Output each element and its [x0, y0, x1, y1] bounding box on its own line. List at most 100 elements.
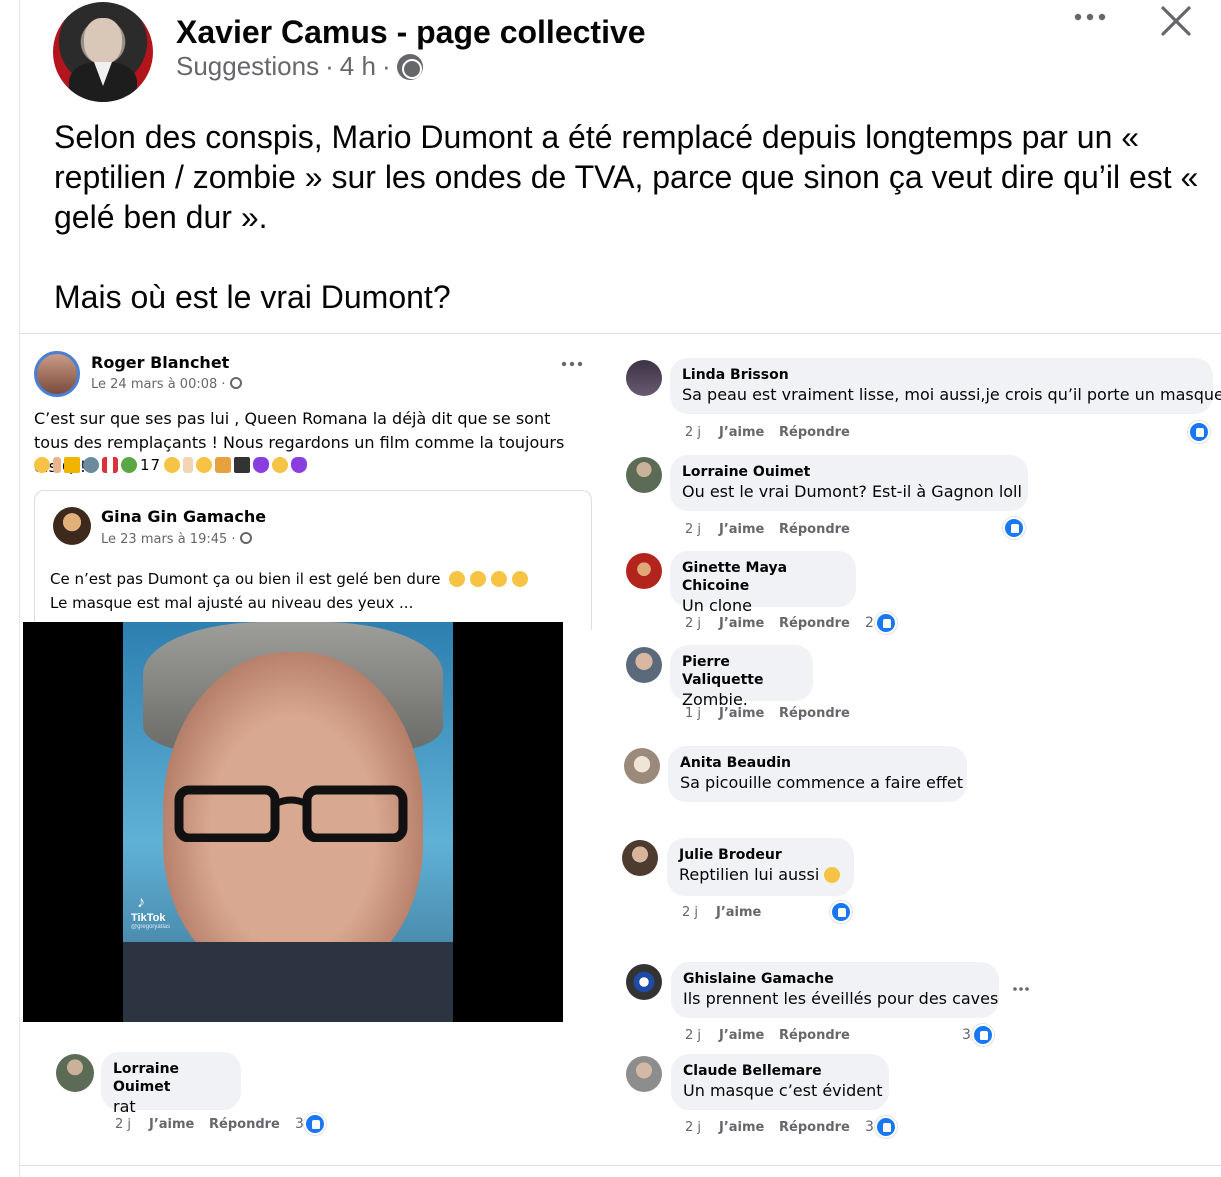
- like-icon[interactable]: [875, 612, 897, 634]
- like-button[interactable]: J’aime: [719, 1120, 779, 1135]
- reply-button[interactable]: Répondre: [779, 616, 850, 631]
- like-icon[interactable]: [830, 901, 852, 923]
- comment-actions: 2 j J’aime: [682, 905, 776, 920]
- comment-avatar[interactable]: [622, 840, 658, 876]
- divider: [20, 1165, 1221, 1166]
- comment-bubble: Anita Beaudin Sa picouille commence a fa…: [668, 746, 967, 802]
- comment-text: Sa picouille commence a faire effet: [680, 773, 964, 792]
- globe-icon: [239, 532, 252, 544]
- like-button[interactable]: J’aime: [719, 425, 779, 440]
- embedded-post-date: Le 24 mars à 00:08 ·: [91, 377, 242, 392]
- comment-avatar[interactable]: [626, 360, 662, 396]
- page-name[interactable]: Xavier Camus - page collective: [176, 14, 646, 51]
- reaction-count[interactable]: 2: [865, 615, 874, 631]
- tiktok-label: TikTok: [131, 912, 166, 924]
- heart-eyes-emoji-icon: [272, 457, 289, 473]
- comment-time[interactable]: 1 j: [685, 706, 719, 721]
- heart-eyes-emoji-icon: [196, 457, 213, 473]
- comment-actions: 2 j J’aime Répondre: [685, 1120, 850, 1135]
- comment-bubble: Pierre Valiquette Zombie.: [670, 645, 813, 709]
- comment-avatar[interactable]: [626, 457, 662, 493]
- reaction-count[interactable]: 3: [295, 1116, 304, 1132]
- like-icon[interactable]: [304, 1113, 326, 1135]
- reply-button[interactable]: Répondre: [779, 1120, 850, 1135]
- close-icon[interactable]: [1158, 3, 1194, 39]
- embedded-more-icon: [560, 356, 584, 370]
- comment-author[interactable]: Anita Beaudin: [680, 754, 955, 772]
- divider: [20, 333, 1221, 334]
- sunglasses-emoji-icon: [164, 457, 181, 473]
- comment-bubble: Ginette Maya Chicoine Un clone: [670, 551, 856, 615]
- shared-date-text: Le 23 mars à 19:45 ·: [101, 532, 236, 547]
- video-suit: [123, 942, 453, 1022]
- comment-avatar[interactable]: [56, 1054, 94, 1092]
- reply-button[interactable]: Répondre: [779, 425, 850, 440]
- reaction-count[interactable]: 3: [962, 1027, 971, 1043]
- like-button[interactable]: J’aime: [719, 616, 779, 631]
- comment-author[interactable]: Pierre Valiquette: [682, 653, 801, 689]
- shared-author-name: Gina Gin Gamache: [101, 507, 267, 526]
- comment-actions: 2 j J’aime Répondre: [115, 1117, 280, 1132]
- reply-button[interactable]: Répondre: [779, 1028, 850, 1043]
- like-icon[interactable]: [1188, 421, 1210, 443]
- comment-author[interactable]: Lorraine Ouimet: [113, 1060, 229, 1096]
- comment-time[interactable]: 2 j: [685, 1028, 719, 1043]
- comment-time[interactable]: 2 j: [685, 522, 719, 537]
- reply-button[interactable]: Répondre: [779, 522, 850, 537]
- comment-bubble: Lorraine Ouimet Ou est le vrai Dumont? E…: [670, 455, 1028, 511]
- tiktok-watermark: ♪ TikTok @gregoryatlas: [131, 894, 183, 934]
- reaction-count[interactable]: 3: [865, 1119, 874, 1135]
- comment-time[interactable]: 2 j: [685, 1120, 719, 1135]
- meta-separator: ·: [325, 51, 334, 81]
- comment-time[interactable]: 2 j: [685, 616, 719, 631]
- comment-author[interactable]: Julie Brodeur: [679, 846, 842, 864]
- comment-author[interactable]: Claude Bellemare: [683, 1062, 877, 1080]
- like-button[interactable]: J’aime: [719, 1028, 779, 1043]
- comment-avatar[interactable]: [626, 647, 662, 683]
- reply-button[interactable]: Répondre: [209, 1117, 280, 1132]
- grinning-emoji-icon: [824, 867, 841, 883]
- like-button[interactable]: J’aime: [719, 706, 779, 721]
- avatar-head: [84, 18, 122, 64]
- reply-button[interactable]: Répondre: [779, 706, 850, 721]
- comment-avatar[interactable]: [624, 748, 660, 784]
- comment-time[interactable]: 2 j: [685, 425, 719, 440]
- post-text-paragraph-1: Selon des conspis, Mario Dumont a été re…: [54, 119, 1199, 235]
- like-icon[interactable]: [972, 1024, 994, 1046]
- page-avatar[interactable]: [53, 2, 153, 102]
- comment-avatar[interactable]: [626, 553, 662, 589]
- comment-time[interactable]: 2 j: [682, 905, 716, 920]
- purple-heart-icon: [253, 457, 270, 473]
- comment-author[interactable]: Ginette Maya Chicoine: [682, 559, 844, 595]
- comment-more-icon[interactable]: [1012, 980, 1030, 994]
- post-timestamp[interactable]: 4 h: [340, 51, 376, 82]
- frog-emoji-icon: [121, 457, 137, 473]
- glasses-icon: [174, 785, 408, 842]
- comment-time[interactable]: 2 j: [115, 1117, 149, 1132]
- like-button[interactable]: J’aime: [719, 522, 779, 537]
- comment-text-content: Reptilien lui aussi: [679, 865, 820, 884]
- like-button[interactable]: J’aime: [716, 905, 776, 920]
- comment-bubble: Julie Brodeur Reptilien lui aussi: [667, 838, 854, 896]
- comment-text: Reptilien lui aussi: [679, 864, 842, 886]
- emoji-row: 17: [34, 456, 308, 474]
- shared-text-line-2: Le masque est mal ajusté au niveau des y…: [50, 594, 414, 612]
- comment-author[interactable]: Lorraine Ouimet: [682, 463, 1016, 481]
- tiktok-icon: ♪: [137, 894, 145, 911]
- comment-text: Un clone: [682, 596, 752, 615]
- like-button[interactable]: J’aime: [149, 1117, 209, 1132]
- like-icon[interactable]: [875, 1116, 897, 1138]
- finger-emoji-icon: [53, 457, 61, 473]
- laughing-emoji-icon: [34, 457, 50, 473]
- more-horizontal-icon[interactable]: [1070, 6, 1110, 36]
- video-thumbnail[interactable]: ♪ TikTok @gregoryatlas: [23, 622, 563, 1022]
- like-icon[interactable]: [1003, 517, 1025, 539]
- comment-author[interactable]: Linda Brisson: [682, 366, 1201, 384]
- comment-avatar[interactable]: [626, 964, 662, 1000]
- comment-actions: 2 j J’aime Répondre: [685, 425, 850, 440]
- shared-text-line-1: Ce n’est pas Dumont ça ou bien il est ge…: [50, 567, 590, 591]
- globe-icon: [229, 377, 242, 389]
- comment-avatar[interactable]: [626, 1056, 662, 1092]
- comment-author[interactable]: Ghislaine Gamache: [683, 970, 987, 988]
- embedded-author-name: Roger Blanchet: [91, 353, 230, 372]
